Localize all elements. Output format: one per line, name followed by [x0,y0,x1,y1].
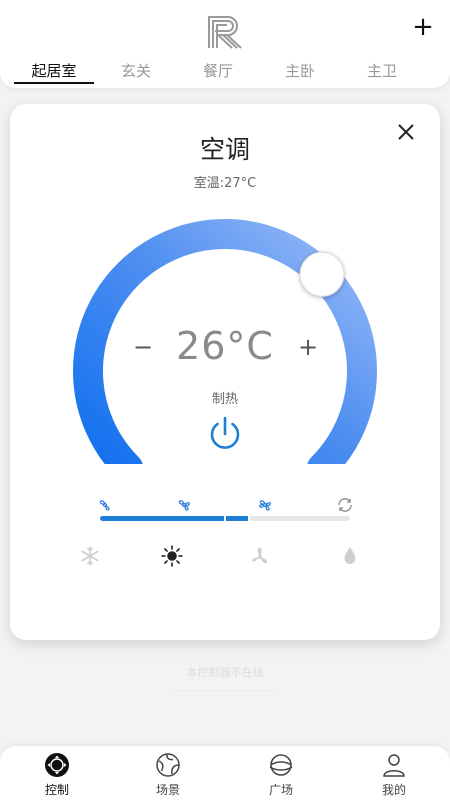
tab-master-bathroom[interactable]: 主卫 [337,60,427,81]
ac-control-card: 空调 室温:27°C − 26°C + 制热 [10,104,440,640]
tab-master-bedroom[interactable]: 主卧 [255,60,345,81]
nav-plaza[interactable]: 广场 [246,752,316,800]
tab-dining-room[interactable]: 餐厅 [173,60,263,81]
fan-speed-fill [100,516,250,521]
room-temperature: 室温:27°C [193,176,257,191]
profile-icon [383,754,405,777]
fan-high-icon[interactable] [256,496,274,514]
increase-temp-button[interactable]: + [293,332,323,362]
fan-auto-icon[interactable] [336,496,354,514]
fan-speed-icons [10,496,440,516]
nav-label: 场景 [155,783,180,797]
bottom-navigation: 控制 场景 广场 我的 [0,746,450,800]
nav-scene[interactable]: 场景 [133,752,203,800]
fan-mid-icon[interactable] [175,496,193,514]
active-tab-indicator [14,82,94,84]
offline-hint: 本控制器不在线 [186,666,264,679]
mode-label: 制热 [211,392,238,407]
fan-icon[interactable] [248,544,272,568]
divider [175,690,275,691]
top-header: + 起居室 玄关 餐厅 主卧 主卫 [0,0,450,88]
plaza-icon [269,754,293,776]
set-temperature: 26°C [176,324,274,368]
nav-label: 我的 [381,783,406,797]
nav-label: 广场 [268,783,293,797]
r-logo-icon [208,16,242,49]
dial-knob [299,251,345,297]
nav-control[interactable]: 控制 [22,752,92,800]
tab-entrance[interactable]: 玄关 [91,60,181,81]
snowflake-icon[interactable] [78,544,102,568]
drop-icon[interactable] [338,544,362,568]
fan-low-icon[interactable] [96,496,114,514]
device-title: 空调 [199,135,250,164]
control-icon [45,753,69,777]
fan-level-divider [248,515,250,522]
nav-profile[interactable]: 我的 [359,752,429,800]
scene-icon [156,753,180,777]
room-tabs: 起居室 玄关 餐厅 主卧 主卫 [0,58,450,86]
fan-level-divider [224,515,226,522]
fan-speed-slider[interactable] [100,515,350,522]
tab-living-room[interactable]: 起居室 [9,60,99,81]
sun-icon[interactable] [160,544,184,568]
add-device-button[interactable]: + [410,14,436,40]
nav-label: 控制 [44,783,69,797]
power-icon[interactable] [205,414,245,454]
